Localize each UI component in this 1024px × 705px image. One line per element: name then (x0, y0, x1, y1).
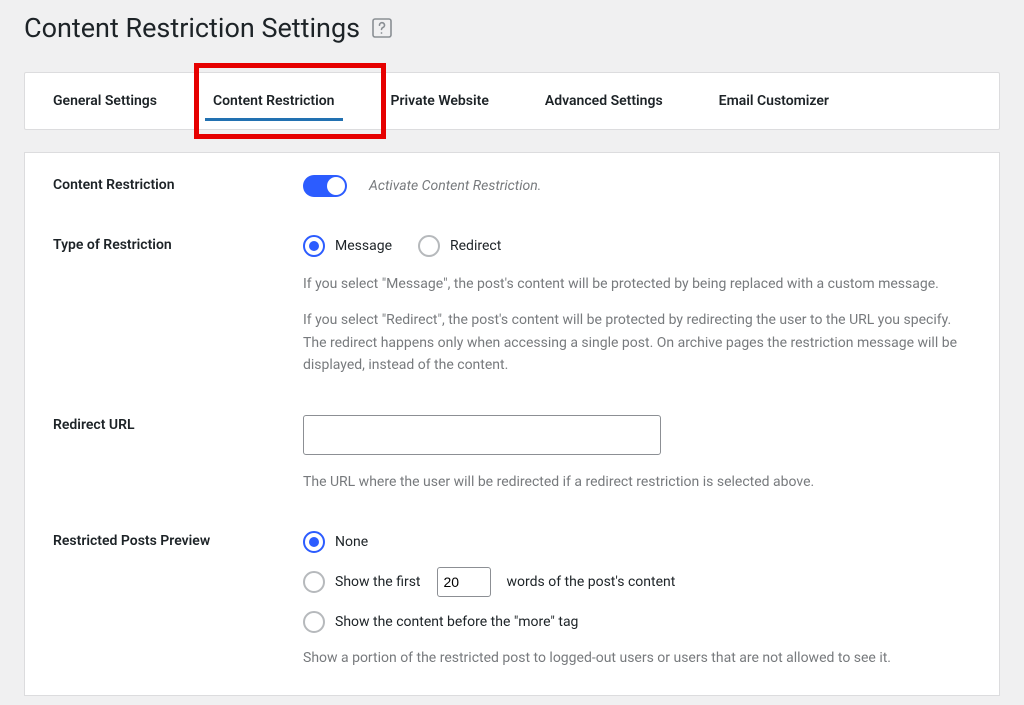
radio-option-more-tag[interactable]: Show the content before the "more" tag (303, 611, 971, 633)
row-type-of-restriction: Type of Restriction Message Redirect If … (53, 235, 971, 377)
tabs: General Settings Content Restriction Pri… (24, 72, 1000, 130)
page-title: Content Restriction Settings (24, 12, 360, 44)
label-type-of-restriction: Type of Restriction (53, 235, 303, 253)
row-content-restriction: Content Restriction Activate Content Res… (53, 175, 971, 197)
label-restricted-preview: Restricted Posts Preview (53, 531, 303, 549)
radio-first-words[interactable] (303, 571, 325, 593)
tab-content-restriction[interactable]: Content Restriction (185, 73, 363, 129)
toggle-knob (327, 177, 345, 195)
radio-none[interactable] (303, 531, 325, 553)
first-words-pre: Show the first (335, 574, 421, 590)
help-icon[interactable] (370, 16, 394, 40)
radio-message-label: Message (335, 238, 392, 254)
page-header: Content Restriction Settings (24, 12, 1000, 44)
label-content-restriction: Content Restriction (53, 175, 303, 193)
row-restricted-preview: Restricted Posts Preview None Show the f… (53, 531, 971, 669)
toggle-label: Activate Content Restriction. (369, 178, 541, 194)
toggle-activate-content-restriction[interactable] (303, 175, 347, 197)
redirect-url-input[interactable] (303, 415, 661, 455)
radio-more-tag[interactable] (303, 611, 325, 633)
type-desc-message: If you select "Message", the post's cont… (303, 273, 971, 295)
radio-message[interactable] (303, 235, 325, 257)
settings-panel: Content Restriction Activate Content Res… (24, 152, 1000, 696)
tab-email-customizer[interactable]: Email Customizer (691, 73, 857, 129)
radio-more-tag-label: Show the content before the "more" tag (335, 614, 578, 630)
preview-desc: Show a portion of the restricted post to… (303, 647, 971, 669)
tab-private-website[interactable]: Private Website (363, 73, 517, 129)
first-words-post: words of the post's content (507, 574, 676, 590)
radio-option-none[interactable]: None (303, 531, 971, 553)
label-redirect-url: Redirect URL (53, 415, 303, 433)
radio-redirect[interactable] (418, 235, 440, 257)
radio-none-label: None (335, 534, 368, 550)
radio-redirect-label: Redirect (450, 238, 501, 254)
row-redirect-url: Redirect URL The URL where the user will… (53, 415, 971, 493)
radio-option-redirect[interactable]: Redirect (418, 235, 501, 257)
tab-general-settings[interactable]: General Settings (25, 73, 185, 129)
radio-option-first-words[interactable]: Show the first words of the post's conte… (303, 567, 971, 597)
first-words-count-input[interactable] (437, 567, 491, 597)
tab-advanced-settings[interactable]: Advanced Settings (517, 73, 691, 129)
type-desc-redirect: If you select "Redirect", the post's con… (303, 309, 971, 376)
redirect-url-desc: The URL where the user will be redirecte… (303, 471, 971, 493)
radio-option-message[interactable]: Message (303, 235, 392, 257)
